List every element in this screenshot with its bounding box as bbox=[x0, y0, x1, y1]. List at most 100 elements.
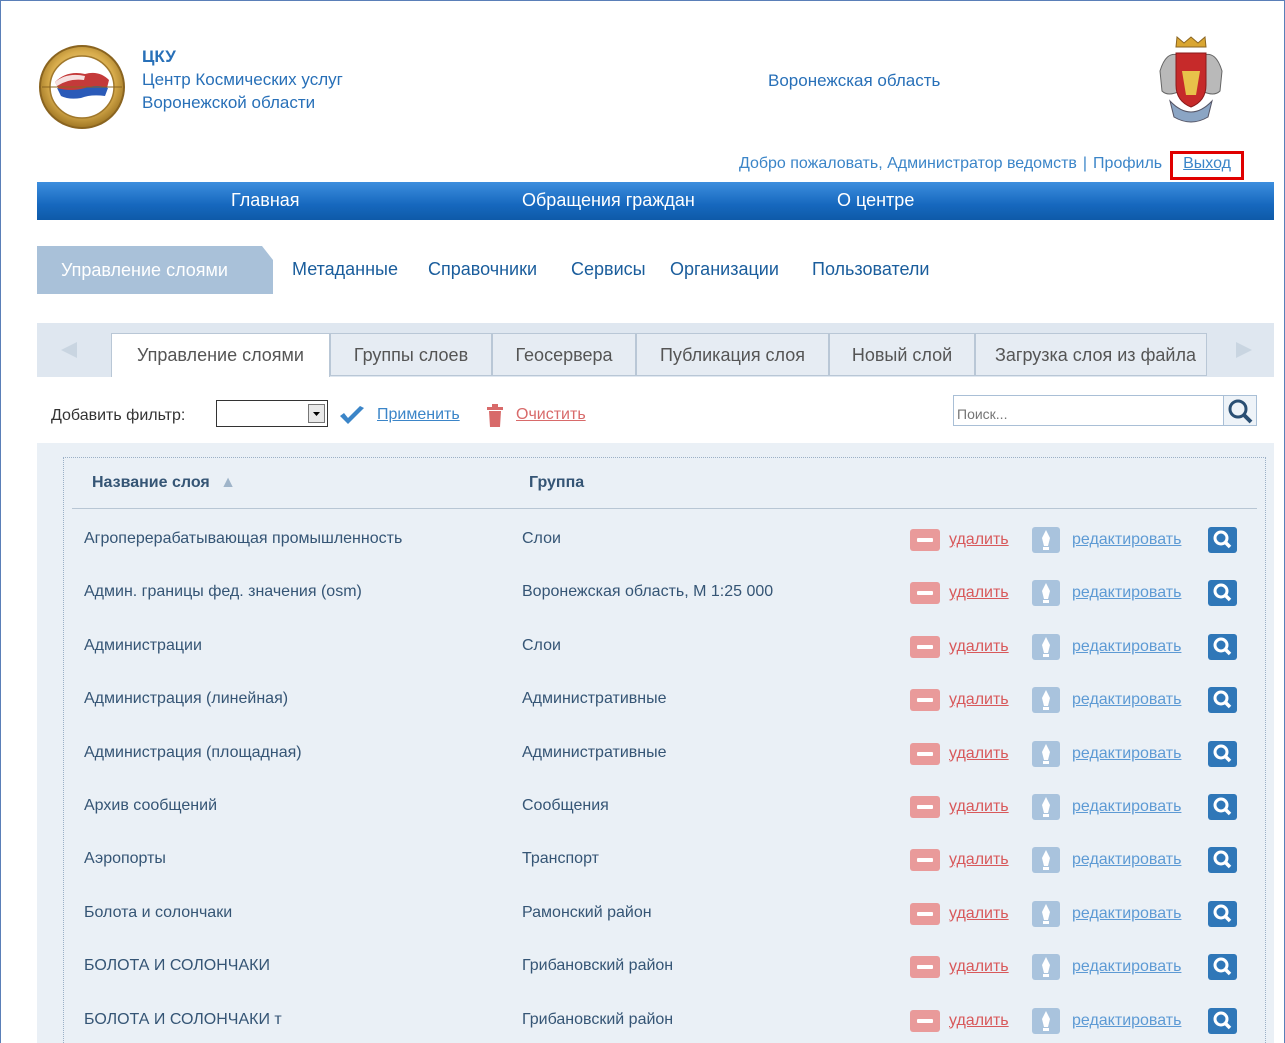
layer-group: Рамонский район bbox=[522, 903, 652, 921]
delete-icon[interactable] bbox=[910, 902, 940, 925]
edit-pen-icon[interactable] bbox=[1032, 527, 1060, 553]
view-magnifier-icon[interactable] bbox=[1208, 900, 1237, 927]
edit-pen-icon[interactable] bbox=[1032, 900, 1060, 927]
layer-group: Слои bbox=[522, 636, 561, 654]
delete-icon[interactable] bbox=[910, 1009, 940, 1032]
delete-icon[interactable] bbox=[910, 635, 940, 658]
edit-pen-icon[interactable] bbox=[1032, 633, 1060, 660]
view-magnifier-icon[interactable] bbox=[1208, 527, 1237, 553]
delete-link[interactable]: удалить bbox=[949, 1012, 1009, 1030]
edit-pen-icon[interactable] bbox=[1032, 740, 1060, 767]
delete-icon[interactable] bbox=[910, 582, 940, 605]
table-row: Администрация (площадная) Административны… bbox=[64, 723, 1267, 776]
edit-link[interactable]: редактировать bbox=[1072, 958, 1181, 976]
edit-pen-icon[interactable] bbox=[1032, 687, 1060, 714]
table-row: Агроперерабатывающая промышленность Слои у… bbox=[64, 509, 1267, 562]
tab-layer-publication[interactable]: Публикация слоя bbox=[636, 333, 829, 376]
view-magnifier-icon[interactable] bbox=[1208, 740, 1237, 767]
view-magnifier-icon[interactable] bbox=[1208, 794, 1237, 820]
delete-link[interactable]: удалить bbox=[949, 905, 1009, 923]
view-magnifier-icon[interactable] bbox=[1208, 1007, 1237, 1034]
delete-link[interactable]: удалить bbox=[949, 958, 1009, 976]
nav-appeals[interactable]: Обращения граждан bbox=[522, 190, 695, 211]
apply-filter-link[interactable]: Применить bbox=[377, 406, 460, 424]
subnav-metadata[interactable]: Метаданные bbox=[292, 259, 398, 280]
table-row: Админ. границы фед. значения (osm) Вороне… bbox=[64, 562, 1267, 615]
view-magnifier-icon[interactable] bbox=[1208, 847, 1237, 874]
delete-link[interactable]: удалить bbox=[949, 531, 1009, 549]
delete-icon[interactable] bbox=[910, 796, 940, 818]
filter-label: Добавить фильтр: bbox=[51, 407, 186, 424]
edit-pen-icon[interactable] bbox=[1032, 847, 1060, 874]
trash-icon[interactable] bbox=[485, 404, 505, 433]
edit-link[interactable]: редактировать bbox=[1072, 851, 1181, 869]
edit-link[interactable]: редактировать bbox=[1072, 531, 1181, 549]
clear-filter-link[interactable]: Очистить bbox=[516, 406, 586, 424]
chevron-down-icon[interactable] bbox=[308, 404, 325, 423]
subnav-users[interactable]: Пользователи bbox=[812, 259, 929, 280]
delete-link[interactable]: удалить bbox=[949, 691, 1009, 709]
delete-link[interactable]: удалить bbox=[949, 798, 1009, 816]
delete-link[interactable]: удалить bbox=[949, 851, 1009, 869]
column-layer-name-label: Название слоя bbox=[92, 474, 210, 491]
tab-load-layer-from-file[interactable]: Загрузка слоя из файла bbox=[975, 333, 1207, 376]
delete-link[interactable]: удалить bbox=[949, 638, 1009, 656]
layer-name: Агроперерабатывающая промышленность bbox=[84, 530, 403, 547]
delete-link[interactable]: удалить bbox=[949, 584, 1009, 602]
delete-icon[interactable] bbox=[910, 529, 940, 551]
edit-link[interactable]: редактировать bbox=[1072, 1012, 1181, 1030]
edit-link[interactable]: редактировать bbox=[1072, 745, 1181, 763]
layer-name: БОЛОТА И СОЛОНЧАКИ bbox=[84, 957, 270, 975]
layer-name: Администрация (линейная) bbox=[84, 690, 289, 708]
checkmark-icon[interactable] bbox=[337, 405, 367, 432]
view-magnifier-icon[interactable] bbox=[1208, 633, 1237, 660]
delete-icon[interactable] bbox=[910, 849, 940, 872]
brand-title: ЦКУ bbox=[142, 47, 176, 66]
edit-pen-icon[interactable] bbox=[1032, 580, 1060, 607]
column-layer-name[interactable]: Название слоя ▲ bbox=[92, 474, 236, 492]
subnav-layer-management[interactable]: Управление слоями bbox=[37, 246, 273, 294]
column-group[interactable]: Группа bbox=[529, 474, 584, 492]
edit-pen-icon[interactable] bbox=[1032, 794, 1060, 820]
tab-new-layer[interactable]: Новый слой bbox=[829, 333, 975, 376]
subnav-services[interactable]: Сервисы bbox=[571, 259, 646, 280]
tab-geoservers[interactable]: Геосервера bbox=[492, 333, 636, 376]
tabs-scroll-right-icon[interactable] bbox=[1208, 333, 1274, 367]
logout-link[interactable]: Выход bbox=[1170, 151, 1244, 180]
view-magnifier-icon[interactable] bbox=[1208, 687, 1237, 714]
layer-group: Слои bbox=[522, 530, 561, 547]
edit-link[interactable]: редактировать bbox=[1072, 905, 1181, 923]
delete-icon[interactable] bbox=[910, 742, 940, 765]
edit-link[interactable]: редактировать bbox=[1072, 691, 1181, 709]
delete-icon[interactable] bbox=[910, 956, 940, 979]
layer-group: Административные bbox=[522, 690, 667, 708]
region-label: Воронежская область bbox=[768, 71, 941, 90]
subnav-directories[interactable]: Справочники bbox=[428, 259, 537, 280]
profile-link[interactable]: Профиль bbox=[1093, 155, 1162, 172]
edit-pen-icon[interactable] bbox=[1032, 954, 1060, 981]
table-row: Аэропорты Транспорт удалить редактировать bbox=[64, 829, 1267, 882]
tab-layer-groups[interactable]: Группы слоев bbox=[330, 333, 492, 376]
view-magnifier-icon[interactable] bbox=[1208, 580, 1237, 607]
search-input[interactable] bbox=[953, 395, 1224, 426]
tab-layer-management[interactable]: Управление слоями bbox=[111, 333, 330, 378]
edit-pen-icon[interactable] bbox=[1032, 1007, 1060, 1034]
nav-home[interactable]: Главная bbox=[231, 190, 300, 211]
nav-about[interactable]: О центре bbox=[837, 190, 914, 211]
tabs-scroll-left-icon[interactable] bbox=[37, 333, 103, 367]
edit-link[interactable]: редактировать bbox=[1072, 584, 1181, 602]
separator: | bbox=[1082, 155, 1088, 172]
layer-name: Админ. границы фед. значения (osm) bbox=[84, 583, 362, 601]
subnav-organizations[interactable]: Организации bbox=[670, 259, 779, 280]
logo-emblem[interactable] bbox=[37, 44, 127, 131]
delete-link[interactable]: удалить bbox=[949, 745, 1009, 763]
delete-icon[interactable] bbox=[910, 689, 940, 712]
edit-link[interactable]: редактировать bbox=[1072, 638, 1181, 656]
filter-select[interactable] bbox=[216, 400, 328, 427]
edit-link[interactable]: редактировать bbox=[1072, 798, 1181, 816]
layer-group: Сообщения bbox=[522, 797, 609, 814]
layers-table: Название слоя ▲ Группа Агроперерабатываю… bbox=[63, 457, 1266, 1043]
view-magnifier-icon[interactable] bbox=[1208, 954, 1237, 981]
layer-name: Аэропорты bbox=[84, 850, 166, 868]
search-icon[interactable] bbox=[1223, 395, 1257, 426]
